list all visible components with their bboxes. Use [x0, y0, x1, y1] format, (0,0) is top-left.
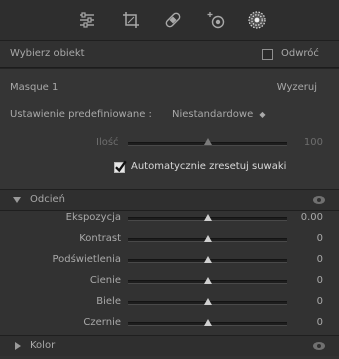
slider-value[interactable]: 0	[317, 233, 323, 244]
slider-value[interactable]: 0	[317, 296, 323, 307]
bandage-icon	[165, 12, 181, 28]
amount-value: 100	[303, 137, 323, 148]
amount-label: Ilość	[96, 137, 119, 148]
section-title-tone: Odcień	[30, 194, 65, 205]
slider-label: Podświetlenia	[52, 254, 121, 265]
slider-thumb[interactable]	[203, 277, 212, 284]
preset-label: Ustawienie predefiniowane :	[10, 109, 152, 120]
select-object-bar: Wybierz obiekt Odwróć	[0, 41, 339, 68]
red-eye-tool-button[interactable]	[201, 5, 231, 35]
auto-reset-checkbox[interactable]	[114, 160, 127, 173]
invert-label: Odwróć	[281, 48, 319, 59]
mask-settings: Masque 1 Wyzeruj Ustawienie predefiniowa…	[0, 68, 339, 190]
edit-tool-button[interactable]	[72, 5, 102, 35]
auto-reset-label: Automatycznie zresetuj suwaki	[131, 161, 287, 172]
slider-row: Ekspozycja 0.00	[0, 210, 339, 231]
section-header-tone[interactable]: Odcień	[0, 189, 339, 211]
slider-thumb[interactable]	[203, 256, 212, 263]
masking-tool-button[interactable]	[242, 5, 272, 35]
mask-name: Masque 1	[10, 82, 59, 93]
preset-dropdown[interactable]: Niestandardowe ◆	[172, 109, 266, 120]
updown-chevron-icon: ◆	[259, 110, 266, 119]
slider-thumb[interactable]	[203, 214, 212, 221]
eye-icon[interactable]	[313, 342, 325, 350]
amount-slider-thumb[interactable]	[203, 138, 212, 145]
slider-row: Podświetlenia 0	[0, 252, 339, 273]
slider-row: Biele 0	[0, 294, 339, 315]
reset-button[interactable]: Wyzeruj	[277, 82, 317, 93]
slider-label: Biele	[96, 296, 121, 307]
slider-label: Cienie	[89, 275, 121, 286]
slider-thumb[interactable]	[203, 298, 212, 305]
slider-label: Czernie	[83, 317, 121, 328]
slider-label: Kontrast	[79, 233, 121, 244]
sliders-icon	[80, 12, 94, 28]
slider-row: Kontrast 0	[0, 231, 339, 252]
redeye-icon	[207, 12, 225, 29]
preset-value: Niestandardowe	[172, 109, 254, 120]
collapse-triangle-icon	[15, 342, 21, 350]
slider-thumb[interactable]	[203, 235, 212, 242]
slider-value[interactable]: 0	[317, 254, 323, 265]
slider-label: Ekspozycja	[65, 212, 121, 223]
slider-row: Czernie 0	[0, 315, 339, 336]
slider-value[interactable]: 0	[317, 275, 323, 286]
eye-icon[interactable]	[313, 196, 325, 204]
slider-value[interactable]: 0.00	[301, 212, 323, 223]
checkmark-icon	[115, 160, 127, 173]
invert-checkbox[interactable]	[262, 49, 273, 60]
mask-brush-icon	[248, 11, 266, 29]
slider-thumb[interactable]	[203, 319, 212, 326]
slider-value[interactable]: 0	[317, 317, 323, 328]
heal-tool-button[interactable]	[158, 5, 188, 35]
crop-icon	[123, 12, 139, 28]
masking-panel: Wybierz obiekt Odwróć Masque 1 Wyzeruj U…	[0, 0, 339, 359]
select-object-button[interactable]: Wybierz obiekt	[10, 48, 85, 59]
section-title-color: Kolor	[30, 340, 56, 351]
expand-triangle-icon	[13, 197, 21, 203]
slider-row: Cienie 0	[0, 273, 339, 294]
tool-strip	[0, 0, 339, 41]
crop-tool-button[interactable]	[116, 5, 146, 35]
section-header-color[interactable]: Kolor	[0, 335, 339, 356]
